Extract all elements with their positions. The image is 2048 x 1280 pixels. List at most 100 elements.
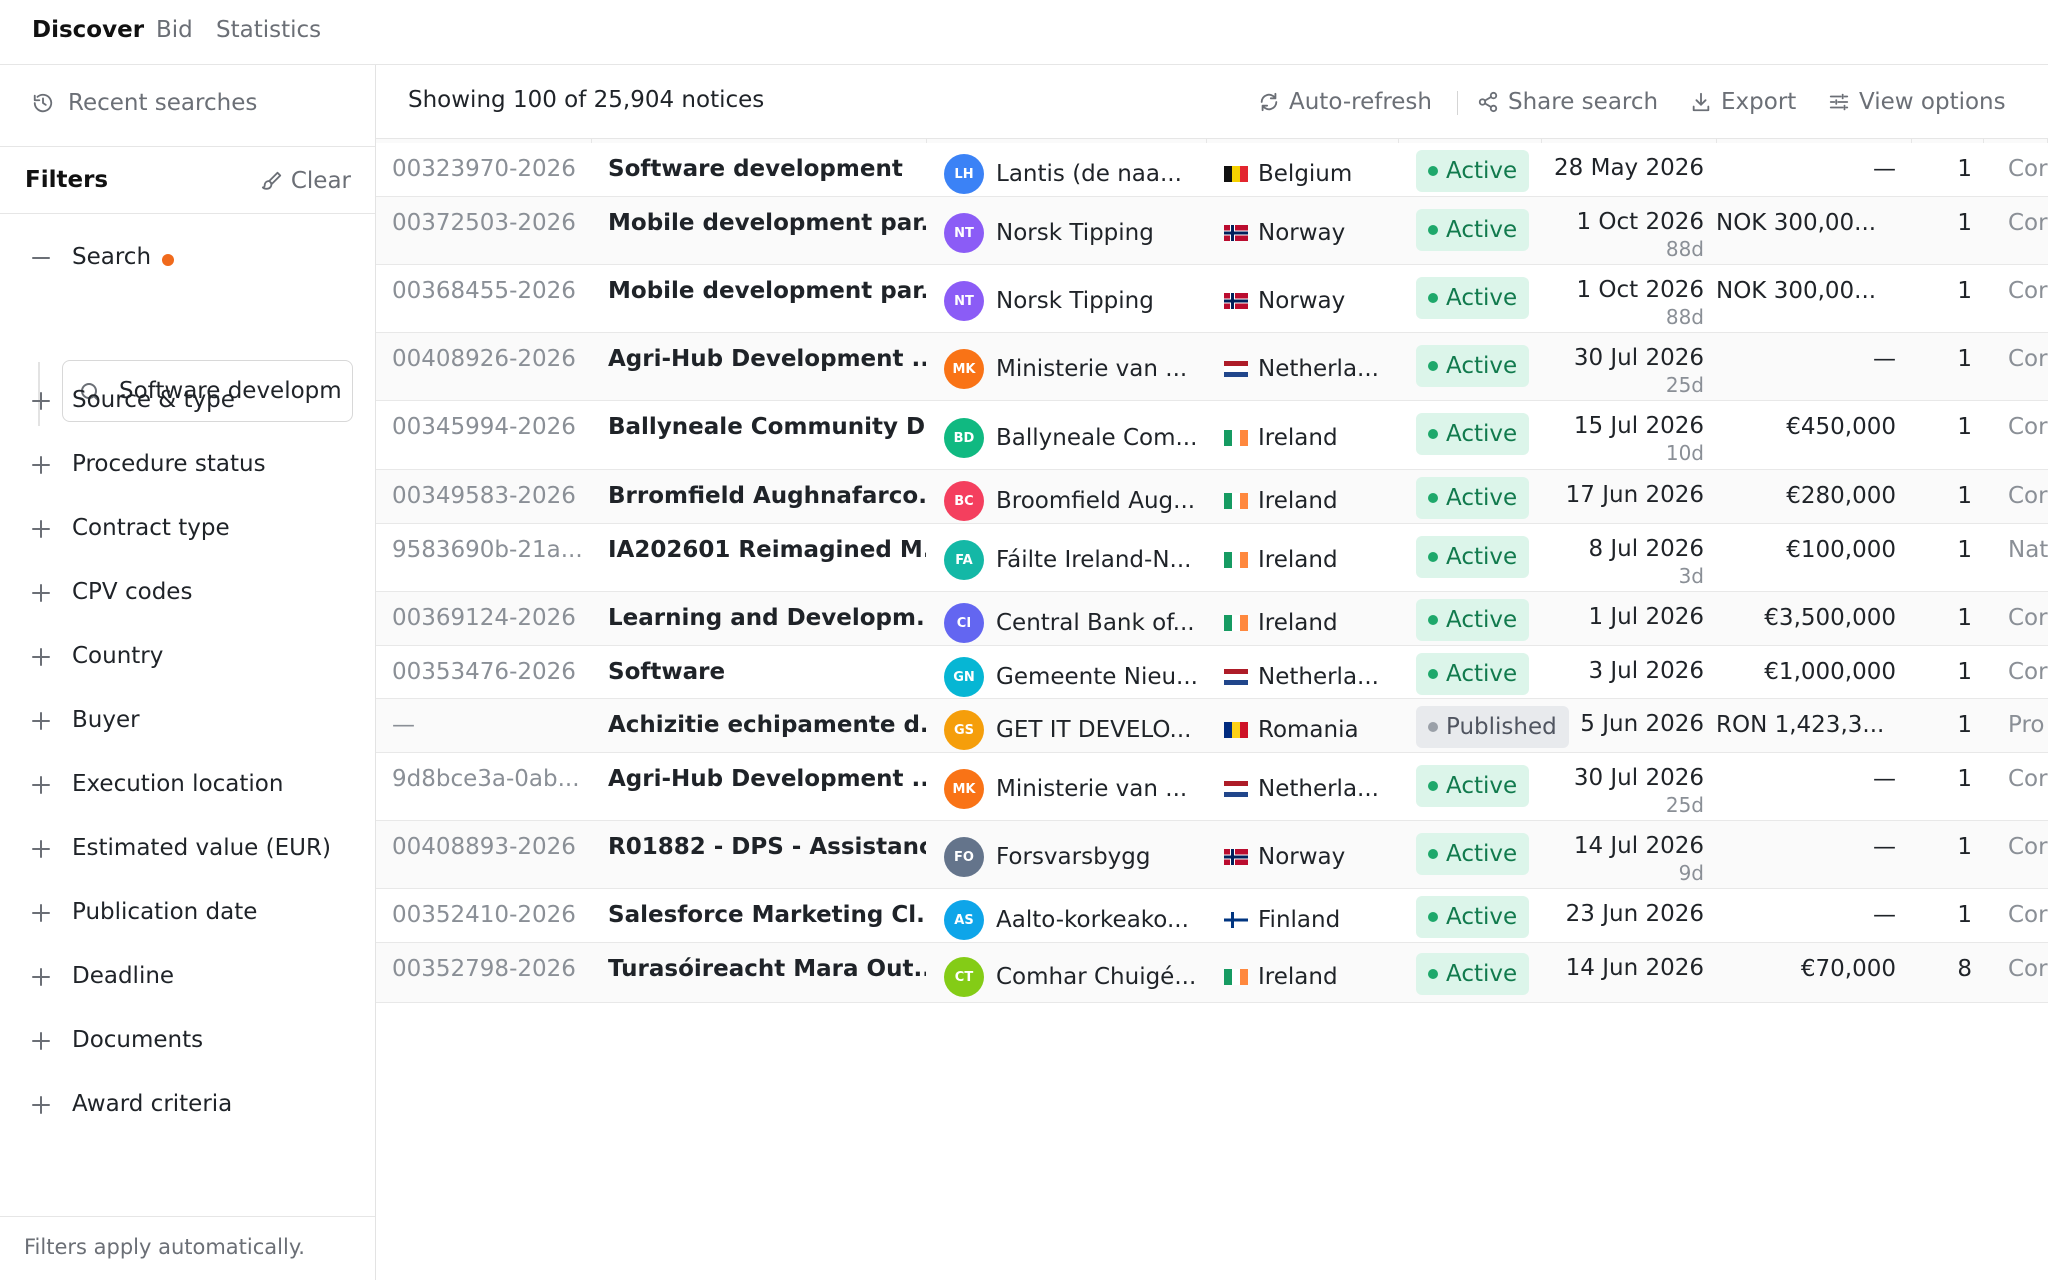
plus-icon (32, 840, 50, 858)
filter-publication-date[interactable]: Publication date (0, 893, 375, 933)
country-cell: Netherla... (1224, 657, 1404, 697)
status-badge: Active (1416, 896, 1530, 938)
plus-icon (32, 1096, 50, 1114)
title-cell[interactable]: Brromfield Aughnafarco... (608, 483, 926, 509)
table-row[interactable]: 00349583-2026 Brromfield Aughnafarco... BC… (376, 470, 2048, 524)
country-name: Finland (1258, 907, 1341, 933)
table-row[interactable]: 00408893-2026 R01882 - DPS - Assistanc...… (376, 821, 2048, 889)
title-cell[interactable]: Mobile development par... (608, 210, 926, 236)
flag-be-icon (1224, 166, 1248, 182)
table-row[interactable]: 00369124-2026 Learning and Developm... CI C… (376, 592, 2048, 646)
filter-procedure-status[interactable]: Procedure status (0, 445, 375, 485)
table-row[interactable]: 00352798-2026 Turasóireacht Mara Out... CT… (376, 943, 2048, 1003)
title-cell[interactable]: Mobile development par... (608, 278, 926, 304)
filter-search[interactable]: Search (0, 238, 375, 278)
filter-award-criteria[interactable]: Award criteria (0, 1085, 375, 1125)
filters-header: Filters Clear (0, 147, 375, 214)
country-cell: Ireland (1224, 418, 1404, 458)
filters-sidebar: Recent searches Filters Clear Search Sou… (0, 65, 376, 1280)
auto-refresh-label: Auto-refresh (1289, 89, 1432, 115)
flag-no-icon (1224, 849, 1248, 865)
filter-label: Buyer (72, 707, 140, 733)
flag-ie-icon (1224, 969, 1248, 985)
title-cell[interactable]: Software development (608, 156, 926, 182)
filter-source-type[interactable]: Source & type (0, 381, 375, 421)
table-row[interactable]: 00372503-2026 Mobile development par... NT… (376, 197, 2048, 265)
table-row[interactable]: 00368455-2026 Mobile development par... NT… (376, 265, 2048, 333)
title-cell[interactable]: Salesforce Marketing Cl... (608, 902, 926, 928)
filter-country[interactable]: Country (0, 637, 375, 677)
country-cell: Ireland (1224, 481, 1404, 521)
title-cell[interactable]: Learning and Developm... (608, 605, 926, 631)
title-cell[interactable]: Software (608, 659, 926, 685)
title-cell[interactable]: Turasóireacht Mara Out... (608, 956, 926, 982)
status-cell: Active (1416, 150, 1530, 192)
results-count: Showing 100 of 25,904 notices (408, 87, 765, 113)
title-cell[interactable]: IA202601 Reimagined M... (608, 537, 926, 563)
view-options-button[interactable]: View options (1828, 87, 2006, 117)
estimated-value-cell: RON 1,423,3... (1716, 712, 1885, 738)
table-row[interactable]: 9d8bce3a-0ab... Agri-Hub Development ... M… (376, 753, 2048, 821)
title-cell[interactable]: Ballyneale Community D... (608, 414, 926, 440)
status-dot (1428, 722, 1438, 732)
estimated-value-cell: NOK 300,00... (1716, 210, 1877, 236)
table-row[interactable]: 00323970-2026 Software development LH Lanti… (376, 143, 2048, 197)
deadline-date: 1 Oct 2026 (1576, 209, 1704, 235)
table-row[interactable]: 00408926-2026 Agri-Hub Development ... MK M… (376, 333, 2048, 401)
country-name: Ireland (1258, 488, 1338, 514)
procedure-cell: Cor (2008, 346, 2048, 372)
table-row[interactable]: 00353476-2026 Software GN Gemeente Nieu... N… (376, 646, 2048, 699)
status-dot (1428, 669, 1438, 679)
status-label: Active (1446, 158, 1518, 184)
download-icon (1692, 92, 1710, 112)
filters-title: Filters (25, 167, 109, 193)
title-cell[interactable]: Achizitie echipamente d... (608, 712, 926, 738)
sidebar-footer: Filters apply automatically. (0, 1216, 375, 1280)
deadline-date: 8 Jul 2026 (1588, 536, 1704, 562)
auto-refresh-button[interactable]: Auto-refresh (1258, 87, 1432, 117)
filter-documents[interactable]: Documents (0, 1021, 375, 1061)
status-cell: Active (1416, 536, 1530, 578)
filter-cpv-codes[interactable]: CPV codes (0, 573, 375, 613)
plus-icon (32, 776, 50, 794)
recent-searches-button[interactable]: Recent searches (0, 65, 375, 147)
buyer-name: GET IT DEVELO... (996, 717, 1192, 743)
table-row[interactable]: — Achizitie echipamente d... GS GET IT DEVE… (376, 699, 2048, 753)
table-row[interactable]: 9583690b-21a... IA202601 Reimagined M... F… (376, 524, 2048, 592)
procedure-cell: Cor (2008, 902, 2048, 928)
buyer-name: Fáilte Ireland-N... (996, 547, 1192, 573)
filter-contract-type[interactable]: Contract type (0, 509, 375, 549)
share-search-button[interactable]: Share search (1477, 87, 1658, 117)
country-cell: Netherla... (1224, 769, 1404, 809)
table-row[interactable]: 00345994-2026 Ballyneale Community D... BD… (376, 401, 2048, 470)
deadline-cell: 1 Oct 2026 88d (1546, 209, 1704, 261)
filter-execution-location[interactable]: Execution location (0, 765, 375, 805)
status-badge: Active (1416, 599, 1530, 641)
country-name: Netherla... (1258, 664, 1379, 690)
buyer-avatar: MK (944, 349, 984, 389)
lots-cell: 1 (1957, 483, 1972, 509)
title-cell[interactable]: Agri-Hub Development ... (608, 346, 926, 372)
export-button[interactable]: Export (1690, 87, 1796, 117)
recent-searches-label: Recent searches (68, 90, 258, 116)
lots-cell: 1 (1957, 156, 1972, 182)
country-name: Norway (1258, 220, 1346, 246)
filter-buyer[interactable]: Buyer (0, 701, 375, 741)
title-cell[interactable]: R01882 - DPS - Assistanc... (608, 834, 926, 860)
filter-estimated-value-eur[interactable]: Estimated value (EUR) (0, 829, 375, 869)
clear-filters-button[interactable]: Clear (261, 166, 351, 196)
deadline-date: 14 Jun 2026 (1565, 955, 1704, 981)
deadline-date: 1 Oct 2026 (1576, 277, 1704, 303)
buyer-cell: BC Broomfield Aug... (944, 481, 1204, 521)
tab-bid[interactable]: Bid (156, 17, 193, 43)
tab-statistics[interactable]: Statistics (216, 17, 321, 43)
deadline-cell: 14 Jun 2026 (1546, 955, 1704, 981)
title-cell[interactable]: Agri-Hub Development ... (608, 766, 926, 792)
tab-discover[interactable]: Discover (32, 17, 144, 43)
table-row[interactable]: 00352410-2026 Salesforce Marketing Cl... A… (376, 889, 2048, 943)
filter-deadline[interactable]: Deadline (0, 957, 375, 997)
lots-cell: 8 (1957, 956, 1972, 982)
flag-ie-icon (1224, 430, 1248, 446)
reference-cell: 00369124-2026 (392, 605, 576, 631)
flag-ie-icon (1224, 493, 1248, 509)
